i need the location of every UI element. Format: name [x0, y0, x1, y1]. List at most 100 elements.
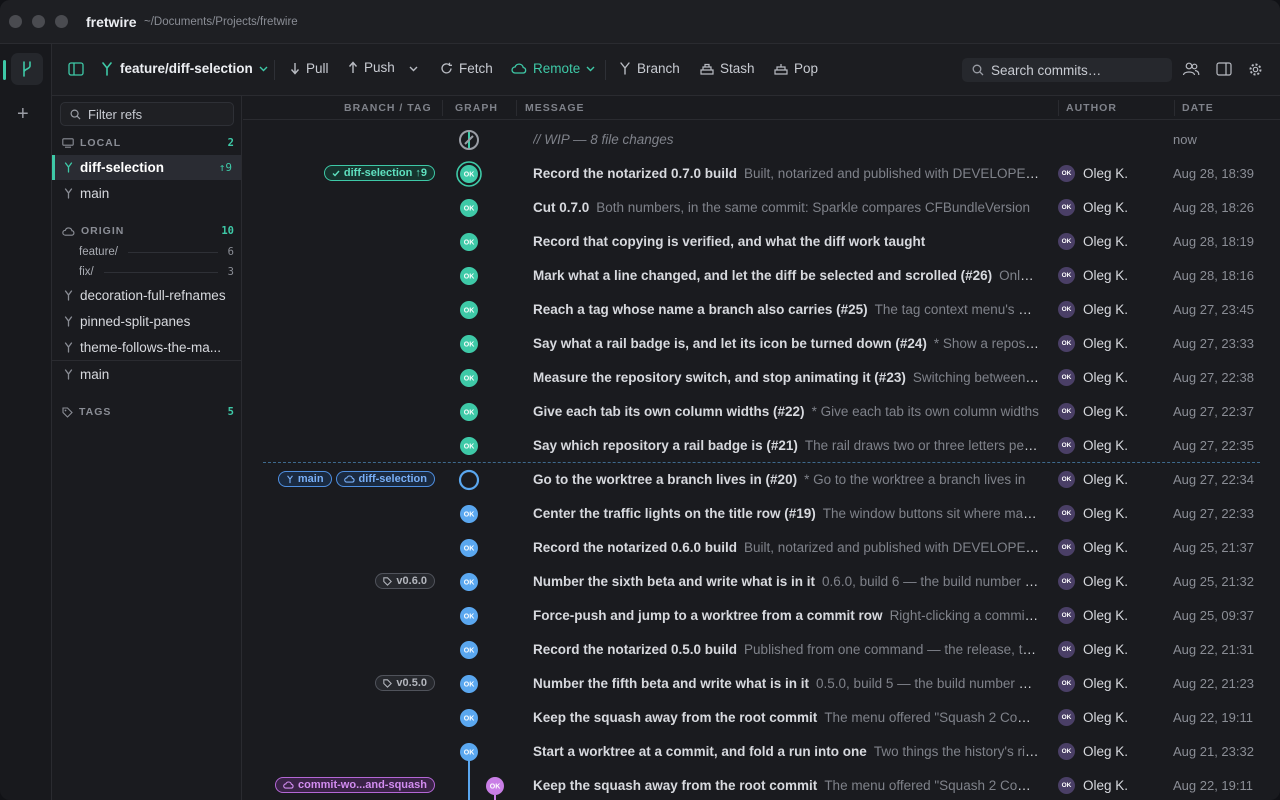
origin-folder-feature[interactable]: feature/ 6 [79, 246, 234, 258]
commit-row[interactable]: commit-wo...and-squash Keep the squash aw… [243, 769, 1280, 800]
branch-label: main [80, 367, 110, 382]
commit-row[interactable]: Reach a tag whose name a branch also car… [243, 293, 1280, 327]
branch-label: Branch [637, 61, 680, 76]
pull-button[interactable]: Pull [290, 61, 329, 76]
tags-section-header[interactable]: TAGS 5 [62, 406, 234, 418]
commit-row[interactable]: v0.6.0 Number the sixth beta and write wh… [243, 565, 1280, 599]
title-bar: fretwire ~/Documents/Projects/fretwire [0, 0, 1280, 44]
filter-refs-input[interactable]: Filter refs [60, 102, 234, 126]
zoom-window-button[interactable] [55, 15, 68, 28]
branch-label: pinned-split-panes [80, 314, 191, 329]
commit-message: Force-push and jump to a worktree from a… [533, 608, 1039, 623]
commit-row[interactable]: Center the traffic lights on the title r… [243, 497, 1280, 531]
origin-folder-fix[interactable]: fix/ 3 [79, 266, 234, 278]
rail-repo-fretwire[interactable] [11, 53, 43, 85]
commit-message: Measure the repository switch, and stop … [533, 370, 1039, 385]
commit-row[interactable]: Say what a rail badge is, and let its ic… [243, 327, 1280, 361]
people-icon[interactable] [1182, 62, 1200, 79]
commit-body: Switching between repositories animated [912, 370, 1039, 385]
commit-message: Record that copying is verified, and wha… [533, 234, 1039, 249]
commit-row[interactable]: Record the notarized 0.5.0 build Publishe… [243, 633, 1280, 667]
commit-body: 0.5.0, build 5 — the build number bumps [816, 676, 1039, 691]
branch-icon [102, 61, 112, 76]
commit-row[interactable]: diff-selection ↑9 Record the notarized 0.… [243, 157, 1280, 191]
commit-search-input[interactable]: Search commits… [962, 58, 1172, 82]
current-branch-selector[interactable]: feature/diff-selection [100, 61, 268, 76]
branch-badge[interactable]: commit-wo...and-squash [275, 777, 435, 793]
add-repository-icon[interactable]: + [17, 104, 29, 124]
stash-label: Stash [720, 61, 755, 76]
minimize-window-button[interactable] [32, 15, 45, 28]
commit-date: Aug 25, 21:32 [1173, 574, 1254, 589]
author-name: Oleg K. [1083, 676, 1129, 691]
folder-divider [103, 271, 218, 273]
remote-branch-pinned-split-panes[interactable]: pinned-split-panes [52, 309, 241, 334]
close-window-button[interactable] [9, 15, 22, 28]
commit-author: OK Oleg K. [1058, 709, 1128, 726]
push-button[interactable]: Push [348, 60, 395, 75]
commit-row[interactable]: Start a worktree at a commit, and fold a… [243, 735, 1280, 769]
remote-branch-theme-follows[interactable]: theme-follows-the-ma... [52, 335, 241, 360]
commit-row[interactable]: Measure the repository switch, and stop … [243, 361, 1280, 395]
tag-badge[interactable]: v0.6.0 [375, 573, 435, 589]
commit-author: OK Oleg K. [1058, 505, 1128, 522]
local-branch-diff-selection[interactable]: diff-selection ↑9 [52, 155, 241, 180]
branch-badge[interactable]: diff-selection [335, 471, 435, 487]
toolbar-divider [605, 60, 606, 80]
commit-date: Aug 27, 23:33 [1173, 336, 1254, 351]
sidebar-toggle-icon[interactable] [68, 62, 84, 76]
branch-badge[interactable]: main [277, 471, 332, 487]
gear-icon[interactable] [1248, 62, 1263, 80]
search-icon [70, 109, 81, 120]
remote-selector[interactable]: Remote [511, 61, 595, 76]
branch-label: diff-selection [80, 160, 165, 175]
commit-row[interactable]: Say which repository a rail badge is (#2… [243, 429, 1280, 463]
filter-placeholder: Filter refs [88, 106, 143, 122]
commit-row[interactable]: Force-push and jump to a worktree from a… [243, 599, 1280, 633]
toolbar: feature/diff-selection Pull Push Fetch R… [52, 44, 1280, 96]
commit-message: Record the notarized 0.7.0 build Built, n… [533, 166, 1039, 181]
branch-label: decoration-full-refnames [80, 288, 226, 303]
local-section-header[interactable]: LOCAL 2 [62, 137, 234, 149]
commit-date: Aug 27, 22:33 [1173, 506, 1254, 521]
author-name: Oleg K. [1083, 302, 1129, 317]
push-options-chevron-icon[interactable] [409, 66, 418, 72]
commit-row[interactable]: Give each tab its own column widths (#22… [243, 395, 1280, 429]
remote-branch-decoration-full-refnames[interactable]: decoration-full-refnames [52, 283, 241, 308]
local-branch-main[interactable]: main [52, 181, 241, 206]
remote-branch-main[interactable]: main [52, 362, 241, 387]
commit-row[interactable]: v0.5.0 Number the fifth beta and write wh… [243, 667, 1280, 701]
commit-body: The tag context menu's Checkout resolved… [874, 302, 1039, 317]
commit-subject: Say what a rail badge is, and let its ic… [533, 336, 927, 351]
commit-date: Aug 28, 18:19 [1173, 234, 1254, 249]
avatar: OK [1058, 165, 1075, 182]
fetch-button[interactable]: Fetch [440, 61, 493, 76]
commit-row[interactable]: Keep the squash away from the root commi… [243, 701, 1280, 735]
commit-row[interactable]: main diff-selection Go to the worktree a b… [243, 463, 1280, 497]
tags-section-label: TAGS [79, 406, 112, 418]
ref-badges: commit-wo...and-squash [275, 777, 435, 793]
commit-subject: Say which repository a rail badge is (#2… [533, 438, 798, 453]
pop-button[interactable]: Pop [774, 61, 818, 76]
origin-section-header[interactable]: ORIGIN 10 [62, 225, 234, 237]
cloud-icon [511, 63, 527, 74]
commit-date: Aug 21, 23:32 [1173, 744, 1254, 759]
commit-author: OK Oleg K. [1058, 675, 1128, 692]
new-branch-button[interactable]: Branch [619, 61, 680, 76]
commit-author: OK Oleg K. [1058, 539, 1128, 556]
commit-subject: Measure the repository switch, and stop … [533, 370, 906, 385]
commit-row[interactable]: Cut 0.7.0 Both numbers, in the same commi… [243, 191, 1280, 225]
avatar: OK [1058, 539, 1075, 556]
commit-row[interactable]: Mark what a line changed, and let the di… [243, 259, 1280, 293]
commit-date: now [1173, 132, 1197, 147]
avatar: OK [1058, 403, 1075, 420]
stash-button[interactable]: Stash [700, 61, 755, 76]
commit-row[interactable]: Record the notarized 0.6.0 build Built, n… [243, 531, 1280, 565]
commit-author: OK Oleg K. [1058, 403, 1128, 420]
tag-badge[interactable]: v0.5.0 [375, 675, 435, 691]
wip-row[interactable]: // WIP — 8 file changes now [243, 123, 1280, 157]
branch-badge[interactable]: diff-selection ↑9 [323, 165, 435, 181]
author-name: Oleg K. [1083, 506, 1129, 521]
commit-row[interactable]: Record that copying is verified, and wha… [243, 225, 1280, 259]
inspector-toggle-icon[interactable] [1216, 62, 1232, 79]
